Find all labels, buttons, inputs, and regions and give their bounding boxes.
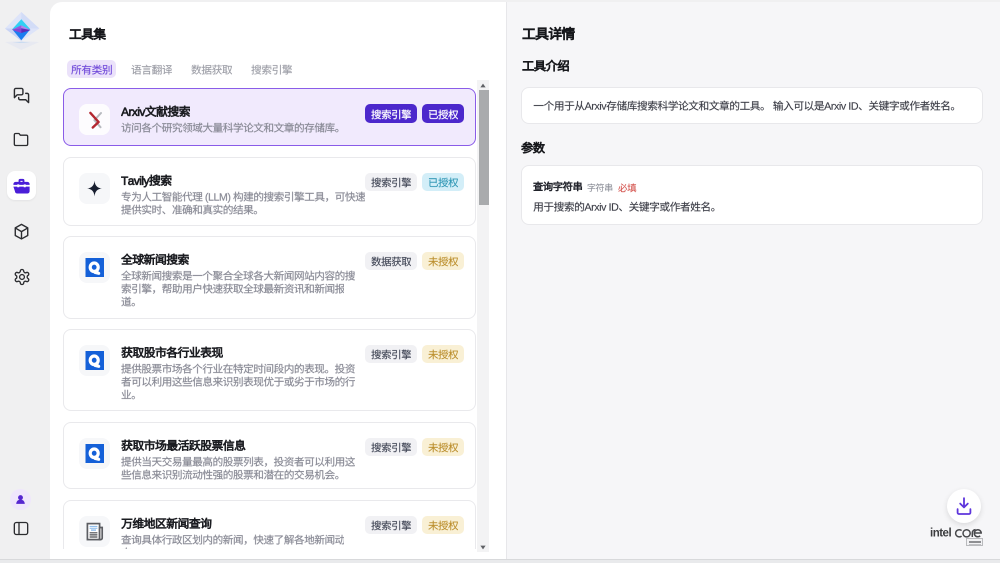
svg-text:intel: intel bbox=[930, 528, 951, 540]
